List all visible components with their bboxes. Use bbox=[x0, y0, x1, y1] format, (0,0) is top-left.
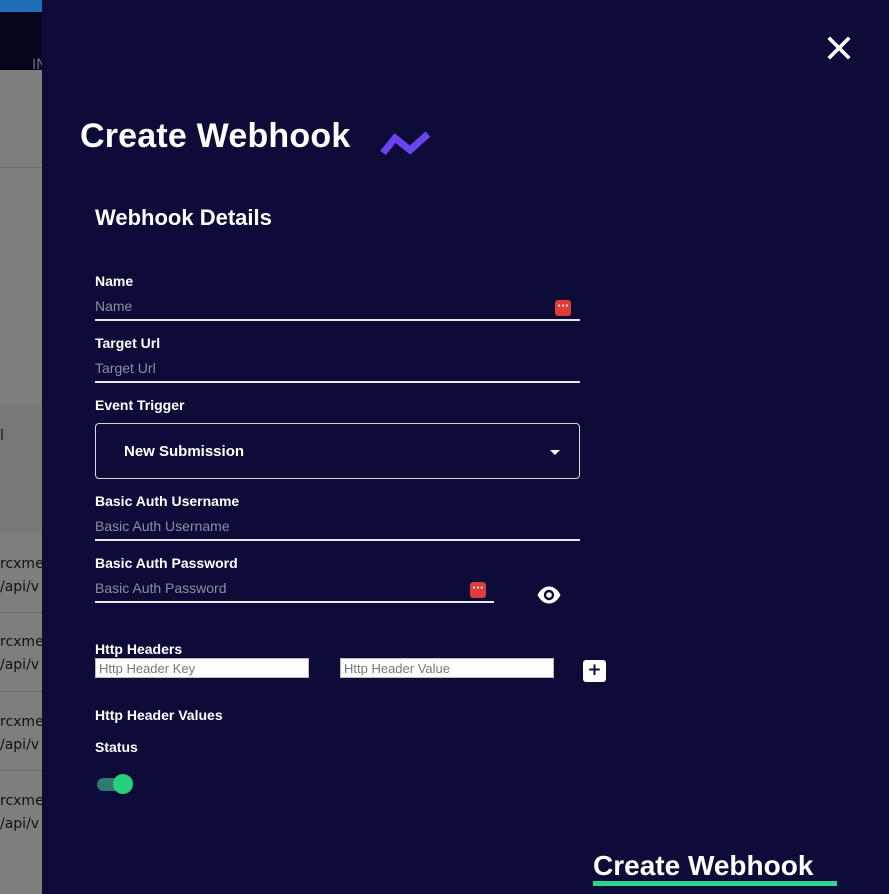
background-navbar: IN bbox=[0, 12, 42, 73]
background-divider bbox=[0, 691, 42, 692]
add-header-button[interactable]: + bbox=[583, 660, 606, 682]
background-cell: rcxmec bbox=[0, 634, 42, 650]
background-divider bbox=[0, 612, 42, 613]
background-cell: l bbox=[0, 428, 4, 444]
background-divider bbox=[0, 770, 42, 771]
name-label: Name bbox=[95, 273, 134, 289]
background-cell: /api/v bbox=[0, 579, 40, 595]
background-table-header bbox=[0, 405, 42, 533]
event-trigger-selected-value: New Submission bbox=[124, 443, 245, 460]
brand-zigzag-logo-icon bbox=[380, 131, 431, 156]
basic-auth-username-label: Basic Auth Username bbox=[95, 493, 240, 509]
http-headers-label: Http Headers bbox=[95, 641, 183, 657]
background-cell: /api/v bbox=[0, 657, 40, 673]
close-icon bbox=[827, 36, 851, 60]
event-trigger-select[interactable]: New Submission bbox=[95, 423, 580, 479]
autofill-key-icon[interactable]: ··· bbox=[470, 582, 486, 598]
background-topbar bbox=[0, 0, 42, 12]
autofill-key-icon[interactable]: ··· bbox=[555, 300, 571, 316]
basic-auth-username-input[interactable] bbox=[95, 513, 580, 541]
section-title: Webhook Details bbox=[95, 205, 272, 230]
toggle-password-visibility-button[interactable] bbox=[536, 585, 562, 605]
background-cell: rcxmec bbox=[0, 793, 42, 809]
background-divider bbox=[0, 167, 42, 168]
status-toggle[interactable] bbox=[95, 773, 135, 795]
http-header-value-input[interactable] bbox=[340, 658, 554, 678]
eye-icon bbox=[537, 586, 561, 604]
event-trigger-label: Event Trigger bbox=[95, 397, 185, 413]
status-toggle-thumb bbox=[113, 774, 133, 794]
background-nav-text: IN bbox=[32, 57, 42, 73]
create-webhook-panel: Create Webhook Webhook Details Name ··· … bbox=[42, 0, 889, 894]
background-cell: /api/v bbox=[0, 816, 40, 832]
close-button[interactable] bbox=[827, 36, 851, 60]
chevron-down-icon bbox=[550, 450, 560, 455]
page-title: Create Webhook bbox=[80, 117, 351, 155]
target-url-input[interactable] bbox=[95, 355, 580, 383]
http-header-key-input[interactable] bbox=[95, 658, 309, 678]
basic-auth-password-input[interactable] bbox=[95, 575, 494, 603]
http-header-values-label: Http Header Values bbox=[95, 707, 223, 723]
target-url-label: Target Url bbox=[95, 335, 161, 351]
background-cell: rcxmec bbox=[0, 714, 42, 730]
create-webhook-underline bbox=[593, 881, 837, 886]
background-cell: /api/v bbox=[0, 737, 40, 753]
background-cell: rcxmec bbox=[0, 556, 42, 572]
create-webhook-button[interactable]: Create Webhook bbox=[593, 850, 813, 882]
background-page: IN l rcxmec /api/v rcxmec /api/v rcxmec … bbox=[0, 0, 42, 894]
basic-auth-password-label: Basic Auth Password bbox=[95, 555, 238, 571]
name-input[interactable] bbox=[95, 293, 580, 321]
status-label: Status bbox=[95, 739, 138, 755]
